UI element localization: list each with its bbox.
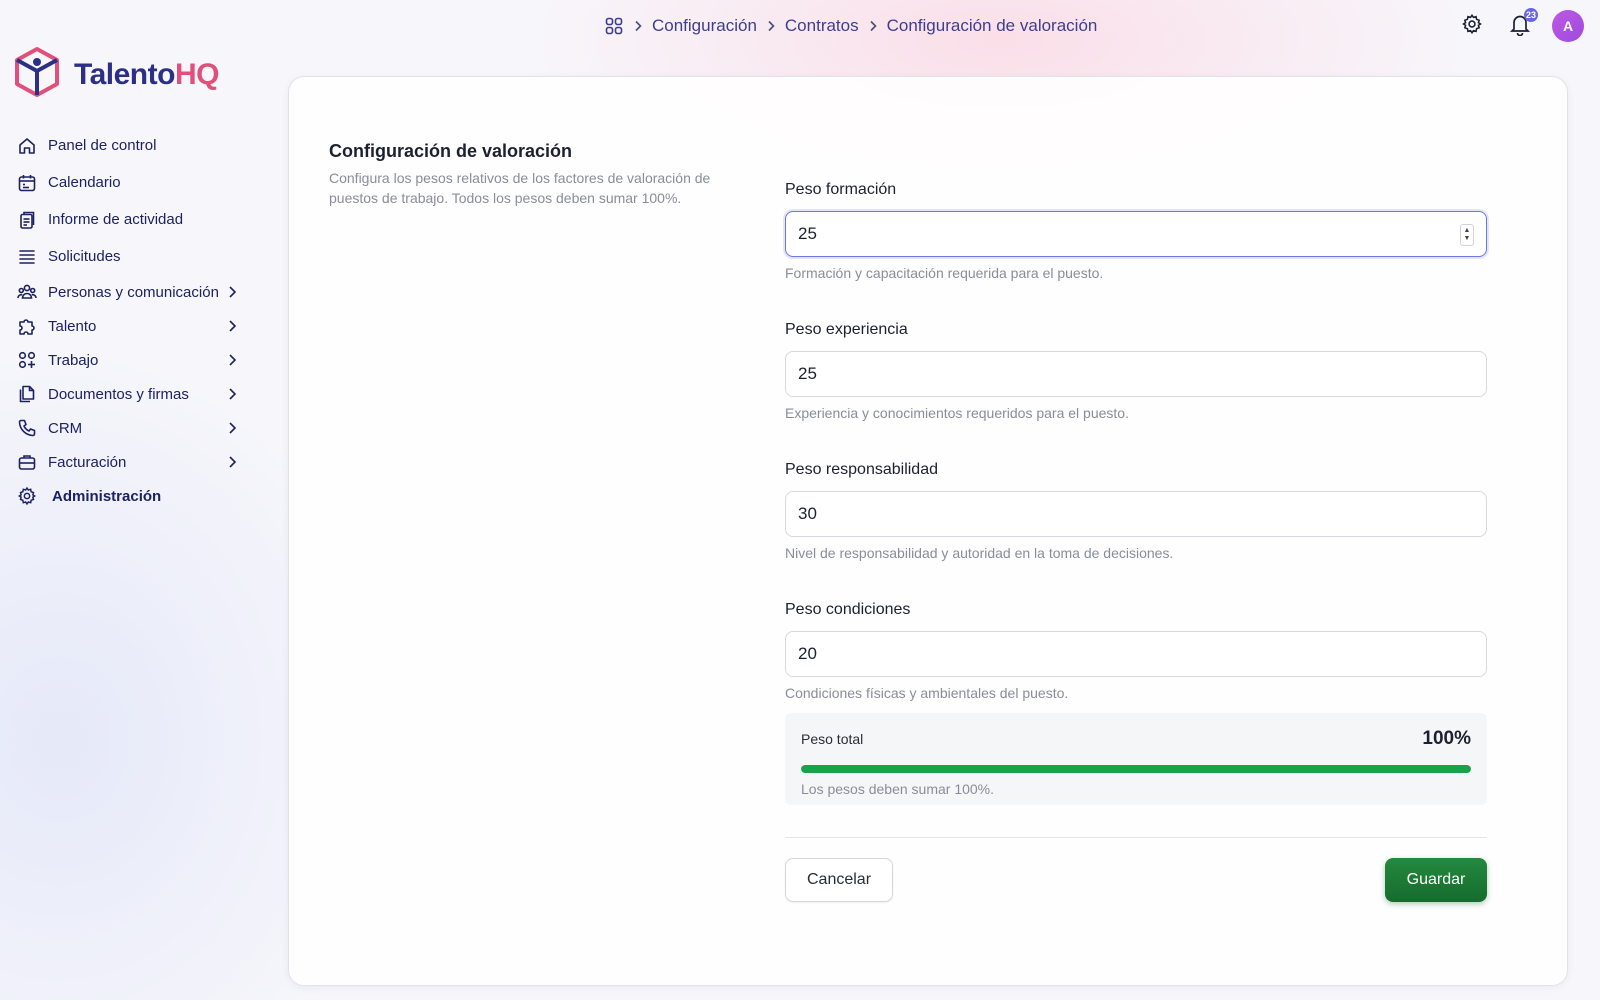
- phone-icon: [16, 417, 38, 439]
- puzzle-icon: [16, 315, 38, 337]
- sidebar-item-label: Solicitudes: [48, 248, 121, 265]
- settings-button[interactable]: [1456, 10, 1488, 42]
- cancel-button[interactable]: Cancelar: [785, 858, 893, 902]
- sidebar-item-personas-y-comunicacion[interactable]: Personas y comunicación: [16, 275, 240, 309]
- cube-logo-icon: [14, 46, 60, 103]
- field-peso-experiencia: Peso experiencia 25 Experiencia y conoci…: [785, 321, 1487, 423]
- divider: [785, 837, 1487, 838]
- list-icon: [16, 246, 38, 268]
- briefcase-icon: [16, 451, 38, 473]
- form-actions: Cancelar Guardar: [785, 858, 1487, 902]
- report-icon: [16, 209, 38, 231]
- peso-experiencia-input[interactable]: 25: [785, 351, 1487, 397]
- field-label: Peso condiciones: [785, 601, 911, 618]
- total-value: 100%: [1422, 728, 1471, 749]
- chevron-right-icon: [224, 387, 240, 401]
- breadcrumb-current: Configuración de valoración: [886, 16, 1098, 35]
- sidebar-item-label: Panel de control: [48, 137, 157, 154]
- sidebar-item-label: Personas y comunicación: [48, 283, 219, 301]
- field-label: Peso responsabilidad: [785, 461, 938, 478]
- sidebar-item-label: CRM: [48, 419, 83, 437]
- topbar-actions: 23 A: [1456, 8, 1584, 42]
- settings-card: Configuración de valoración Configura lo…: [288, 76, 1568, 986]
- input-value: 25: [798, 364, 817, 383]
- section-description: Configura los pesos relativos de los fac…: [329, 170, 711, 206]
- sidebar-item-documentos-y-firmas[interactable]: Documentos y firmas: [16, 377, 240, 411]
- field-help: Nivel de responsabilidad y autoridad en …: [785, 545, 1174, 561]
- sidebar-item-solicitudes[interactable]: Solicitudes: [16, 238, 240, 275]
- spinner-up-icon[interactable]: ▲: [1464, 227, 1471, 235]
- page-title: Configuración de valoración: [329, 141, 573, 161]
- sidebar-item-label: Informe de actividad: [48, 211, 184, 228]
- input-value: 25: [798, 224, 817, 243]
- notifications-button[interactable]: 23: [1504, 8, 1538, 42]
- field-help: Formación y capacitación requerida para …: [785, 265, 1104, 281]
- total-weight-summary: Peso total 100% Los pesos deben sumar 10…: [785, 713, 1487, 805]
- sidebar-item-calendario[interactable]: Calendario: [16, 164, 240, 201]
- sidebar-item-label: Talento: [48, 317, 97, 335]
- weights-form: Peso formación 25 ▲ ▼ Formación y capaci…: [785, 181, 1487, 902]
- peso-formacion-input[interactable]: 25 ▲ ▼: [785, 211, 1487, 257]
- input-value: 30: [798, 504, 817, 523]
- field-help: Experiencia y conocimientos requeridos p…: [785, 405, 1129, 421]
- breadcrumb-configuracion[interactable]: Configuración: [652, 16, 757, 36]
- sidebar-item-crm[interactable]: CRM: [16, 411, 240, 445]
- sidebar-item-label: Calendario: [48, 174, 121, 191]
- avatar[interactable]: A: [1552, 10, 1584, 42]
- total-progress-fill: [801, 765, 1471, 773]
- chevron-right-icon: [624, 20, 652, 32]
- number-spinner[interactable]: ▲ ▼: [1460, 224, 1474, 246]
- sidebar: Panel de control Calendario Informe de a…: [16, 127, 240, 513]
- peso-condiciones-input[interactable]: 20: [785, 631, 1487, 677]
- gear-icon: [16, 485, 38, 507]
- chevron-right-icon: [757, 20, 785, 32]
- notification-count-badge: 23: [1523, 8, 1538, 22]
- home-icon: [16, 135, 38, 157]
- field-label: Peso formación: [785, 181, 897, 198]
- field-peso-responsabilidad: Peso responsabilidad 30 Nivel de respons…: [785, 461, 1487, 563]
- breadcrumb-contratos[interactable]: Contratos: [785, 16, 859, 36]
- chevron-right-icon: [859, 20, 887, 32]
- sidebar-item-administracion[interactable]: Administración: [16, 479, 240, 513]
- field-label: Peso experiencia: [785, 321, 908, 338]
- total-label: Peso total: [801, 731, 864, 747]
- documents-icon: [16, 383, 38, 405]
- people-icon: [16, 281, 38, 303]
- sidebar-item-talento[interactable]: Talento: [16, 309, 240, 343]
- chevron-right-icon: [224, 353, 240, 367]
- brand-name: TalentoHQ: [74, 57, 219, 91]
- sidebar-item-label: Trabajo: [48, 351, 99, 369]
- field-peso-condiciones: Peso condiciones 20 Condiciones físicas …: [785, 601, 1487, 703]
- calendar-icon: [16, 172, 38, 194]
- input-value: 20: [798, 644, 817, 663]
- sidebar-item-facturacion[interactable]: Facturación: [16, 445, 240, 479]
- sidebar-item-trabajo[interactable]: Trabajo: [16, 343, 240, 377]
- section-intro: Configuración de valoración Configura lo…: [329, 141, 729, 208]
- total-note: Los pesos deben sumar 100%.: [801, 781, 995, 797]
- sidebar-item-label: Facturación: [48, 453, 127, 471]
- save-button[interactable]: Guardar: [1385, 858, 1487, 902]
- gear-icon: [1461, 13, 1483, 40]
- field-peso-formacion: Peso formación 25 ▲ ▼ Formación y capaci…: [785, 181, 1487, 283]
- breadcrumb: Configuración Contratos Configuración de…: [604, 14, 1097, 38]
- spinner-down-icon[interactable]: ▼: [1464, 235, 1471, 243]
- sidebar-item-label: Administración: [52, 487, 162, 505]
- chevron-right-icon: [224, 285, 240, 299]
- peso-responsabilidad-input[interactable]: 30: [785, 491, 1487, 537]
- sidebar-item-informe-de-actividad[interactable]: Informe de actividad: [16, 201, 240, 238]
- sidebar-item-label: Documentos y firmas: [48, 385, 189, 403]
- chevron-right-icon: [224, 421, 240, 435]
- brand-logo[interactable]: TalentoHQ: [14, 46, 219, 103]
- chevron-right-icon: [224, 455, 240, 469]
- chevron-right-icon: [224, 319, 240, 333]
- field-help: Condiciones físicas y ambientales del pu…: [785, 685, 1069, 701]
- grid-icon[interactable]: [604, 16, 624, 36]
- sidebar-item-panel-de-control[interactable]: Panel de control: [16, 127, 240, 164]
- total-progress-bar: [801, 765, 1471, 773]
- apps-icon: [16, 349, 38, 371]
